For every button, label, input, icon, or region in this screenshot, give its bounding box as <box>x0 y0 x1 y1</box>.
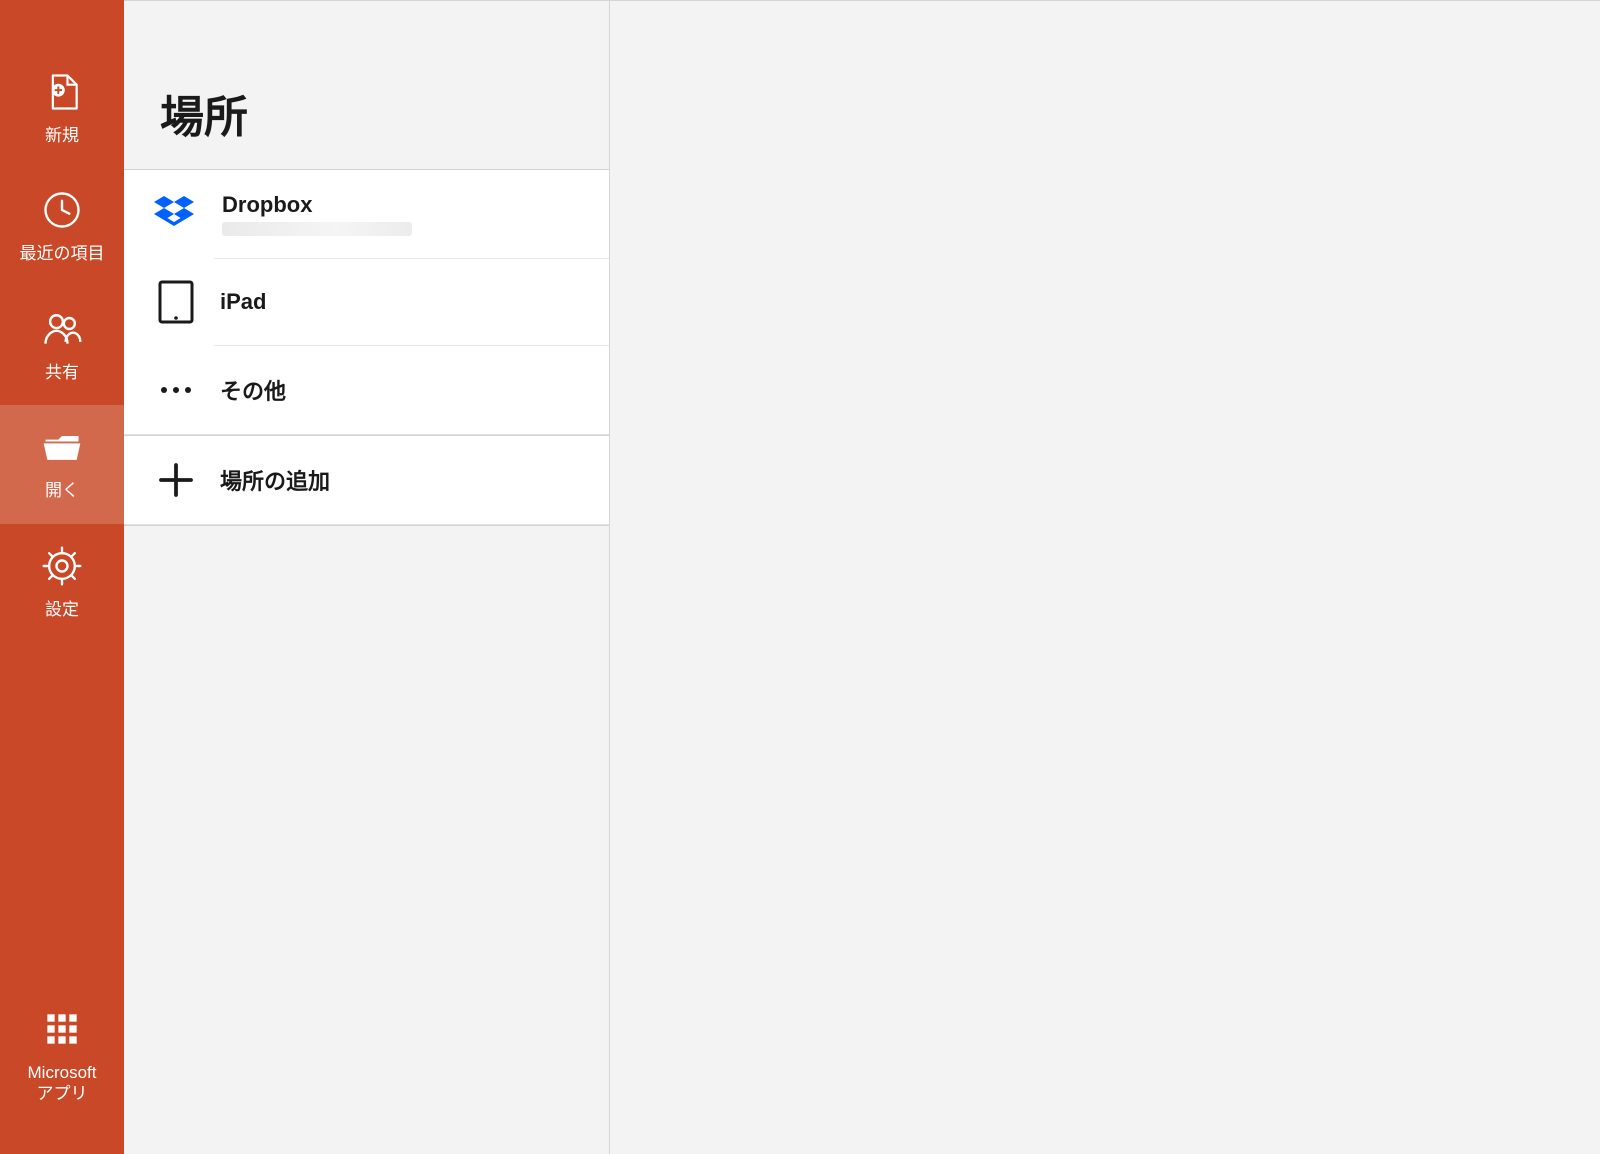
place-label: その他 <box>220 374 286 406</box>
add-place-label: 場所の追加 <box>220 464 330 496</box>
nav-new[interactable]: 新規 <box>0 50 124 168</box>
places-panel: 場所 Dropbox <box>124 0 610 1154</box>
detail-panel <box>610 0 1600 1154</box>
nav-settings[interactable]: 設定 <box>0 524 124 642</box>
gear-icon <box>38 542 86 590</box>
place-subtitle-redacted <box>222 222 412 236</box>
sidebar: 新規 最近の項目 共有 開く <box>0 0 124 1154</box>
apps-grid-icon <box>38 1005 86 1053</box>
place-ipad[interactable]: iPad <box>124 259 609 345</box>
nav-label: 共有 <box>45 363 79 383</box>
more-dots-icon <box>156 366 196 414</box>
places-list: Dropbox iPad <box>124 170 609 436</box>
ipad-icon <box>156 279 196 325</box>
place-label: iPad <box>220 289 266 315</box>
places-header: 場所 <box>124 0 609 170</box>
add-place-group: 場所の追加 <box>124 436 609 526</box>
nav-label: 新規 <box>45 126 79 146</box>
place-other[interactable]: その他 <box>124 346 609 435</box>
places-title: 場所 <box>160 81 609 145</box>
clock-icon <box>38 186 86 234</box>
place-dropbox[interactable]: Dropbox <box>124 170 609 258</box>
nav-share[interactable]: 共有 <box>0 287 124 405</box>
nav-label: 最近の項目 <box>20 244 105 264</box>
dropbox-icon <box>150 190 198 238</box>
new-file-icon <box>38 68 86 116</box>
people-icon <box>38 305 86 353</box>
nav-recent[interactable]: 最近の項目 <box>0 168 124 286</box>
nav-label: Microsoft アプリ <box>28 1063 97 1104</box>
plus-icon <box>156 456 196 504</box>
place-label: Dropbox <box>222 192 412 218</box>
nav-open[interactable]: 開く <box>0 405 124 523</box>
nav-microsoft-apps[interactable]: Microsoft アプリ <box>0 987 124 1126</box>
nav-label: 設定 <box>45 600 79 620</box>
folder-open-icon <box>38 423 86 471</box>
nav-label: 開く <box>45 481 79 501</box>
add-place-row[interactable]: 場所の追加 <box>124 436 609 525</box>
